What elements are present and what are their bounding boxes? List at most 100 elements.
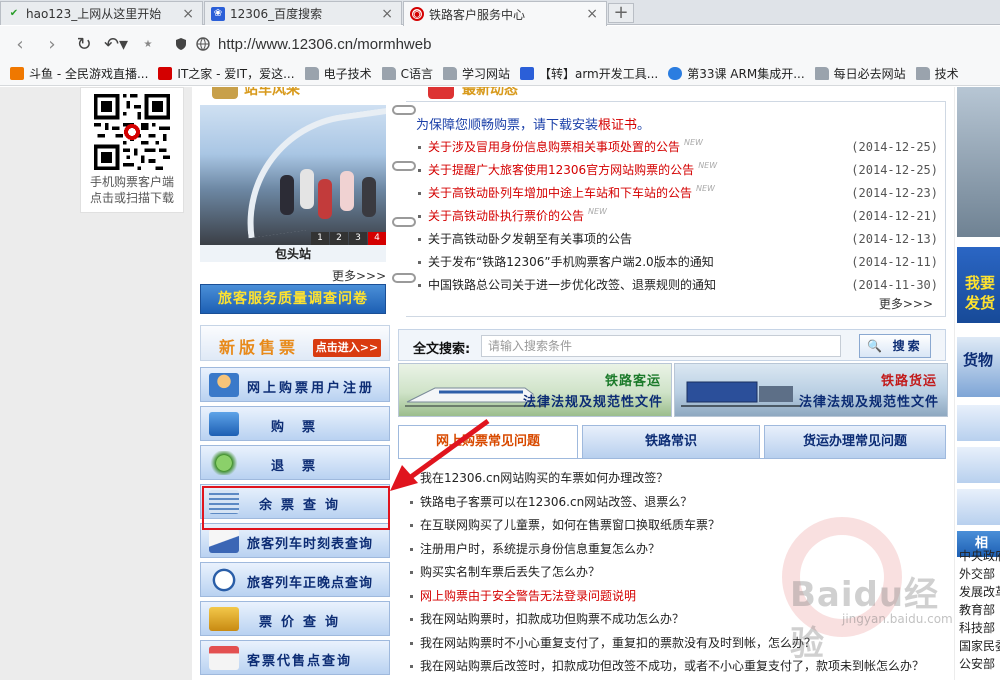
- close-icon[interactable]: ×: [586, 6, 598, 22]
- related-link[interactable]: 教育部: [959, 601, 1000, 619]
- tab-12306[interactable]: ◉ 铁路客户服务中心 ×: [403, 1, 607, 26]
- related-links: 中央政府 外交部 发展改革 教育部 科技部 国家民委 公安部: [959, 547, 1000, 673]
- faq-item[interactable]: 网上购票由于安全警告无法登录问题说明: [410, 585, 940, 609]
- bookmark-label: 技术: [934, 67, 959, 81]
- menu-fare-query[interactable]: 票价查询: [200, 601, 390, 636]
- survey-button[interactable]: 旅客服务质量调查问卷: [200, 284, 386, 314]
- photo-more-link[interactable]: 更多>>>: [332, 267, 386, 284]
- menu-refund[interactable]: 退票: [200, 445, 390, 480]
- freight-train-icon: [681, 381, 801, 407]
- faq-item[interactable]: 我在网站购票时，扣款成功但购票不成功怎么办？: [410, 608, 940, 632]
- bookmark-arm-tools[interactable]: 【转】arm开发工具...: [519, 65, 659, 82]
- menu-ticket-agency[interactable]: 客票代售点查询: [200, 640, 390, 675]
- tab-hao123[interactable]: ✔ hao123_上网从这里开始 ×: [0, 1, 203, 25]
- qr-code-icon[interactable]: [94, 94, 170, 170]
- new-tab-button[interactable]: +: [608, 3, 634, 23]
- new-badge: NEW: [698, 161, 718, 170]
- carousel-page[interactable]: 2: [330, 232, 348, 245]
- faq-item[interactable]: 购买实名制车票后丢失了怎么办？: [410, 561, 940, 585]
- tab-railway-knowledge[interactable]: 铁路常识: [582, 425, 760, 459]
- enter-new-booking-button[interactable]: 点击进入>>: [313, 339, 381, 357]
- related-link[interactable]: 外交部: [959, 565, 1000, 583]
- news-item[interactable]: 关于高铁动卧列车增加中途上车站和下车站的公告 NEW (2014-12-23): [418, 182, 938, 205]
- faq-item[interactable]: 注册用户时，系统提示身份信息重复怎么办？: [410, 538, 940, 562]
- news-item[interactable]: 关于发布“铁路12306”手机购票客户端2.0版本的通知 (2014-12-11): [418, 251, 938, 274]
- camera-icon: [212, 87, 238, 99]
- new-booking-banner[interactable]: 新版售票 点击进入>>: [200, 325, 390, 361]
- bookmark-folder-daily[interactable]: 每日必去网站: [814, 65, 906, 82]
- bookmark-label: 第33课 ARM集成开...: [687, 67, 805, 81]
- right-sidebar: 我要 发货 货物 相关 中央政府 外交部 发展改革 教育部 科技部 国家民委 公…: [955, 87, 1000, 680]
- freight-regulations-banner[interactable]: 铁路货运 法律法规及规范性文件: [674, 363, 948, 417]
- bookmark-douyu[interactable]: 斗鱼 - 全民游戏直播...: [10, 65, 148, 82]
- menu-train-delay[interactable]: 旅客列车正晚点查询: [200, 562, 390, 597]
- related-link[interactable]: 中央政府: [959, 547, 1000, 565]
- news-item[interactable]: 关于高铁动卧夕发朝至有关事项的公告 (2014-12-13): [418, 228, 938, 251]
- forward-icon[interactable]: ›: [40, 32, 64, 56]
- new-badge: NEW: [588, 207, 607, 216]
- faq-item[interactable]: 我在网站购票时不小心重复支付了，重复扣的票款没有及时到帐，怎么办？: [410, 632, 940, 656]
- qr-download-panel[interactable]: 手机购票客户端 点击或扫描下载: [80, 87, 184, 213]
- undo-history-icon[interactable]: ↶▾: [104, 32, 128, 56]
- phone-service-icon[interactable]: [957, 405, 1000, 441]
- related-link[interactable]: 公安部: [959, 655, 1000, 673]
- faq-item[interactable]: 铁路电子客票可以在12306.cn网站改签、退票么？: [410, 491, 940, 515]
- news-item[interactable]: 关于提醒广大旅客使用12306官方网站购票的公告 NEW (2014-12-25): [418, 159, 938, 182]
- train-icon[interactable]: [957, 489, 1000, 525]
- related-link[interactable]: 科技部: [959, 619, 1000, 637]
- search-button[interactable]: 🔍 搜索: [859, 334, 931, 358]
- related-link[interactable]: 发展改革: [959, 583, 1000, 601]
- faq-item[interactable]: 在互联网购买了儿童票，如何在售票窗口换取纸质车票？: [410, 514, 940, 538]
- baidu-paw-icon: ❀: [211, 6, 225, 21]
- news-item[interactable]: 关于涉及冒用身份信息购票相关事项处置的公告 NEW (2014-12-25): [418, 136, 938, 159]
- refund-arrow-icon: [209, 451, 239, 475]
- photo-caption: 包头站: [200, 245, 386, 262]
- user-register-icon: [209, 373, 239, 397]
- right-photo[interactable]: [957, 87, 1000, 237]
- faq-item[interactable]: 我在12306.cn网站购买的车票如何办理改签？: [410, 467, 940, 491]
- calculator-icon[interactable]: [957, 447, 1000, 483]
- bookmark-label: IT之家 - 爱IT，爱这...: [177, 67, 295, 81]
- root-certificate-link[interactable]: 根证书: [598, 118, 637, 133]
- navigation-bar: ‹ › ↻ ↶▾ ★ http://www.12306.cn/mormhweb: [0, 26, 1000, 62]
- address-bar[interactable]: http://www.12306.cn/mormhweb: [174, 36, 431, 53]
- bookmark-folder-electronics[interactable]: 电子技术: [304, 65, 372, 82]
- yen-price-icon: [209, 607, 239, 631]
- news-item[interactable]: 中国铁路总公司关于进一步优化改签、退票规则的通知 (2014-11-30): [418, 274, 938, 297]
- back-icon[interactable]: ‹: [8, 32, 32, 56]
- latest-news-heading: 最新动态: [424, 87, 564, 101]
- bookmark-label: 【转】arm开发工具...: [538, 67, 659, 81]
- tab-baidu-search[interactable]: ❀ 12306_百度搜索 ×: [204, 1, 402, 25]
- news-date: (2014-11-30): [851, 278, 938, 292]
- ship-cargo-button[interactable]: 我要 发货: [957, 247, 1000, 323]
- folder-icon: [915, 67, 930, 80]
- bookmark-ithome[interactable]: IT之家 - 爱IT，爱这...: [158, 65, 295, 82]
- news-date: (2014-12-23): [851, 186, 938, 200]
- cargo-button[interactable]: 货物: [957, 337, 1000, 397]
- bookmark-folder-tech[interactable]: 技术: [915, 65, 959, 82]
- related-link[interactable]: 国家民委: [959, 637, 1000, 655]
- reload-icon[interactable]: ↻: [72, 32, 96, 56]
- close-icon[interactable]: ×: [381, 6, 393, 22]
- bookmark-folder-study[interactable]: 学习网站: [442, 65, 510, 82]
- menu-buy-ticket[interactable]: 购票: [200, 406, 390, 441]
- main-content: 站车风采 最新动态 1 2 3 4 包头站 更多>>> 旅客服务质量调查问卷 为…: [192, 87, 954, 680]
- bookmarks-bar: 斗鱼 - 全民游戏直播... IT之家 - 爱IT，爱这... 电子技术 C语言…: [0, 62, 1000, 86]
- bookmark-folder-c[interactable]: C语言: [381, 65, 433, 82]
- photo-carousel[interactable]: 1 2 3 4: [200, 105, 386, 245]
- station-photo[interactable]: [200, 105, 386, 245]
- news-more-link[interactable]: 更多>>>: [879, 295, 933, 312]
- carousel-page[interactable]: 3: [349, 232, 367, 245]
- star-icon[interactable]: ★: [136, 32, 160, 56]
- faq-item[interactable]: 我在网站购票后改签时，扣款成功但改签不成功，或者不小心重复支付了，款项未到帐怎么…: [410, 655, 940, 679]
- carousel-page[interactable]: 1: [311, 232, 329, 245]
- carousel-page-active[interactable]: 4: [368, 232, 386, 245]
- bookmark-arm-video[interactable]: 第33课 ARM集成开...: [668, 65, 805, 82]
- menu-user-register[interactable]: 网上购票用户注册: [200, 367, 390, 402]
- tab-online-ticket-faq[interactable]: 网上购票常见问题: [398, 425, 578, 459]
- passenger-regulations-banner[interactable]: 铁路客运 法律法规及规范性文件: [398, 363, 672, 417]
- search-input[interactable]: 请输入搜索条件: [481, 335, 841, 357]
- tab-freight-faq[interactable]: 货运办理常见问题: [764, 425, 946, 459]
- close-icon[interactable]: ×: [182, 6, 194, 22]
- news-item[interactable]: 关于高铁动卧执行票价的公告 NEW (2014-12-21): [418, 205, 938, 228]
